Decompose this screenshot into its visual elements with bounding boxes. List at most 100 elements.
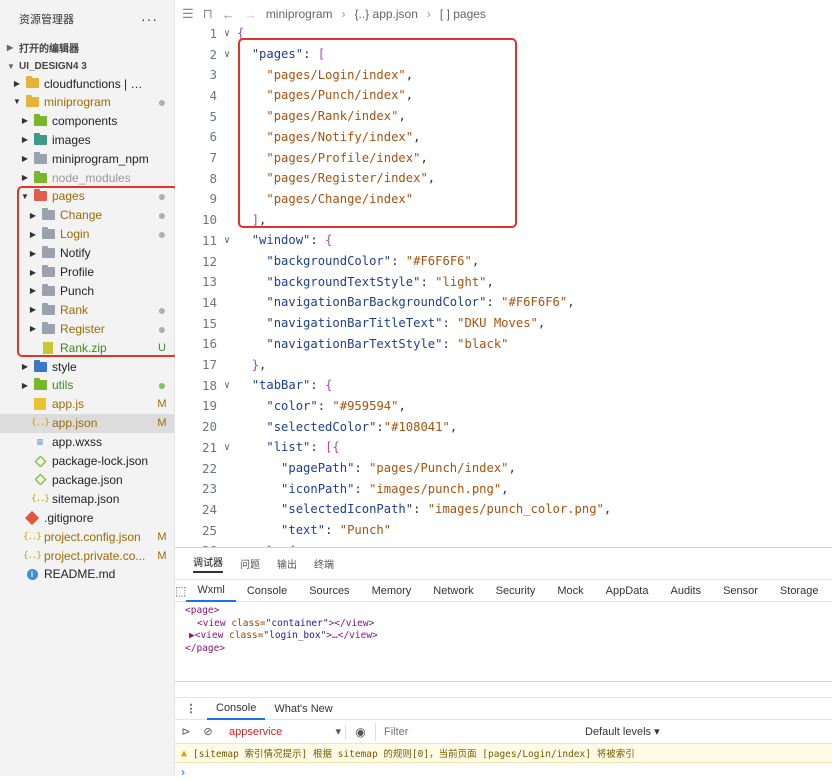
chevron-down-icon[interactable]: ▼ bbox=[20, 192, 30, 201]
chevron-right-icon[interactable]: ▶ bbox=[20, 173, 30, 182]
code-line[interactable]: 8 "pages/Register/index", bbox=[175, 168, 832, 189]
code-line[interactable]: 17 }, bbox=[175, 354, 832, 375]
xml-line-page-open[interactable]: <page> bbox=[185, 605, 832, 618]
inspect-cursor-icon[interactable]: ⬚ bbox=[175, 584, 186, 598]
code-line[interactable]: 16 "navigationBarTextStyle": "black" bbox=[175, 334, 832, 355]
filter-input[interactable] bbox=[375, 722, 575, 741]
code-line[interactable]: 19 "color": "#959594", bbox=[175, 396, 832, 417]
log-levels-dropdown[interactable]: Default levels ▾ bbox=[585, 725, 660, 738]
tree-item[interactable]: ▶ Rank ● bbox=[0, 300, 174, 319]
forward-arrow-icon[interactable]: → bbox=[244, 7, 257, 22]
tree-item[interactable]: ▶ Profile bbox=[0, 263, 174, 282]
console-prompt[interactable]: › bbox=[175, 763, 832, 781]
chevron-right-icon[interactable]: ▶ bbox=[28, 230, 38, 239]
code-line[interactable]: 20 "selectedColor":"#108041", bbox=[175, 416, 832, 437]
breadcrumb-file[interactable]: {..} app.json bbox=[355, 7, 418, 21]
code-line[interactable]: 22 "pagePath": "pages/Punch/index", bbox=[175, 458, 832, 479]
code-line[interactable]: 5 "pages/Rank/index", bbox=[175, 106, 832, 127]
panel-tab-sources[interactable]: Sources bbox=[298, 580, 360, 602]
tab-debugger[interactable]: 调试器 bbox=[193, 554, 223, 573]
code-line[interactable]: 2 ∨ "pages": [ bbox=[175, 44, 832, 65]
panel-tab-storage[interactable]: Storage bbox=[769, 580, 830, 602]
tree-item[interactable]: ▶ Register ● bbox=[0, 319, 174, 338]
fold-chevron-icon[interactable]: ∨ bbox=[217, 235, 237, 246]
tree-item[interactable]: ▶ cloudfunctions | 当前... bbox=[0, 74, 174, 93]
panel-tab-wxml[interactable]: Wxml bbox=[186, 580, 236, 602]
chevron-right-icon[interactable]: ▶ bbox=[28, 211, 38, 220]
chevron-right-icon[interactable]: ▶ bbox=[28, 249, 38, 258]
drawer-tab-whats-new[interactable]: What's New bbox=[265, 698, 341, 720]
tree-item[interactable]: ▶ Change ● bbox=[0, 206, 174, 225]
tree-item[interactable]: ▶ style bbox=[0, 357, 174, 376]
drawer-tab-console[interactable]: Console bbox=[207, 698, 266, 720]
splitter[interactable] bbox=[175, 682, 832, 698]
eye-icon[interactable]: ◉ bbox=[345, 724, 375, 739]
tree-item[interactable]: i README.md bbox=[0, 565, 174, 584]
code-line[interactable]: 12 "backgroundColor": "#F6F6F6", bbox=[175, 251, 832, 272]
code-line[interactable]: 10 ], bbox=[175, 209, 832, 230]
code-line[interactable]: 3 "pages/Login/index", bbox=[175, 64, 832, 85]
code-line[interactable]: 4 "pages/Punch/index", bbox=[175, 85, 832, 106]
panel-tab-network[interactable]: Network bbox=[422, 580, 484, 602]
tree-item[interactable]: {..} sitemap.json bbox=[0, 489, 174, 508]
tree-item[interactable]: ▶ images bbox=[0, 130, 174, 149]
tree-item[interactable]: {..} app.json M bbox=[0, 413, 174, 433]
tab-output[interactable]: 输出 bbox=[277, 556, 297, 571]
tree-item[interactable]: ≡ app.wxss bbox=[0, 433, 174, 452]
code-line[interactable]: 7 "pages/Profile/index", bbox=[175, 147, 832, 168]
code-line[interactable]: 13 "backgroundTextStyle": "light", bbox=[175, 271, 832, 292]
code-line[interactable]: 9 "pages/Change/index" bbox=[175, 189, 832, 210]
code-line[interactable]: 14 "navigationBarBackgroundColor": "#F6F… bbox=[175, 292, 832, 313]
panel-tab-appdata[interactable]: AppData bbox=[595, 580, 660, 602]
tree-item[interactable]: ▶ Login ● bbox=[0, 225, 174, 244]
panel-tab-security[interactable]: Security bbox=[485, 580, 547, 602]
panel-tab-mock[interactable]: Mock bbox=[546, 580, 594, 602]
panel-tab-memory[interactable]: Memory bbox=[361, 580, 423, 602]
tree-item[interactable]: ▶ components bbox=[0, 111, 174, 130]
tree-item[interactable]: ▼ miniprogram ● bbox=[0, 92, 174, 111]
chevron-right-icon[interactable]: ▶ bbox=[28, 305, 38, 314]
tree-item[interactable]: {..} project.config.json M bbox=[0, 527, 174, 546]
chevron-right-icon[interactable]: ▶ bbox=[20, 362, 30, 371]
xml-line-page-close[interactable]: </page> bbox=[185, 643, 832, 656]
tree-item[interactable]: package.json bbox=[0, 470, 174, 489]
panel-tab-sensor[interactable]: Sensor bbox=[712, 580, 769, 602]
tab-problems[interactable]: 问题 bbox=[240, 556, 260, 571]
fold-chevron-icon[interactable]: ∨ bbox=[217, 28, 237, 39]
breadcrumb-symbol[interactable]: [ ] pages bbox=[440, 7, 486, 21]
tree-item[interactable]: ▶ node_modules bbox=[0, 168, 174, 187]
bookmark-icon[interactable]: ⊓ bbox=[203, 6, 213, 22]
chevron-right-icon[interactable]: ▶ bbox=[20, 116, 30, 125]
tree-item[interactable]: ▶ Punch bbox=[0, 281, 174, 300]
tree-item[interactable]: ▶ utils ● bbox=[0, 376, 174, 395]
xml-line-container[interactable]: <view class="container"></view> bbox=[185, 618, 832, 631]
code-line[interactable]: 6 "pages/Notify/index", bbox=[175, 127, 832, 148]
sidebar-toggle-icon[interactable]: ⊳ bbox=[175, 725, 197, 738]
tree-item[interactable]: {..} project.private.co... M bbox=[0, 546, 174, 565]
back-arrow-icon[interactable]: ← bbox=[222, 7, 235, 22]
tree-item[interactable]: app.js M bbox=[0, 395, 174, 414]
more-actions-icon[interactable]: ··· bbox=[141, 11, 158, 27]
chevron-right-icon[interactable]: ▶ bbox=[28, 324, 38, 333]
code-line[interactable]: 21 ∨ "list": [{ bbox=[175, 437, 832, 458]
breadcrumb-folder[interactable]: miniprogram bbox=[266, 7, 333, 21]
code-line[interactable]: 15 "navigationBarTitleText": "DKU Moves"… bbox=[175, 313, 832, 334]
fold-chevron-icon[interactable]: ∨ bbox=[217, 49, 237, 60]
tab-terminal[interactable]: 终端 bbox=[314, 556, 334, 571]
code-editor[interactable]: ☰ ⊓ ← → miniprogram › {..} app.json › [ … bbox=[175, 0, 832, 558]
chevron-right-icon[interactable]: ▶ bbox=[20, 154, 30, 163]
fold-chevron-icon[interactable]: ∨ bbox=[217, 380, 237, 391]
chevron-right-icon[interactable]: ▶ bbox=[20, 135, 30, 144]
code-line[interactable]: 24 "selectedIconPath": "images/punch_col… bbox=[175, 499, 832, 520]
code-line[interactable]: 23 "iconPath": "images/punch.png", bbox=[175, 478, 832, 499]
kebab-menu-icon[interactable]: ⋮ bbox=[175, 702, 207, 715]
section-open-editors[interactable]: ▶ 打开的编辑器 bbox=[0, 38, 174, 57]
tree-item[interactable]: package-lock.json bbox=[0, 452, 174, 471]
clear-console-icon[interactable]: ⊘ bbox=[197, 725, 219, 738]
chevron-right-icon[interactable]: ▶ bbox=[28, 268, 38, 277]
tree-item[interactable]: ▼ pages ● bbox=[0, 187, 174, 206]
code-line[interactable]: 25 "text": "Punch" bbox=[175, 520, 832, 541]
chevron-down-icon[interactable]: ▼ bbox=[12, 97, 22, 106]
code-line[interactable]: 1 ∨{ bbox=[175, 23, 832, 44]
context-select[interactable]: appservice ▾ bbox=[225, 723, 345, 741]
